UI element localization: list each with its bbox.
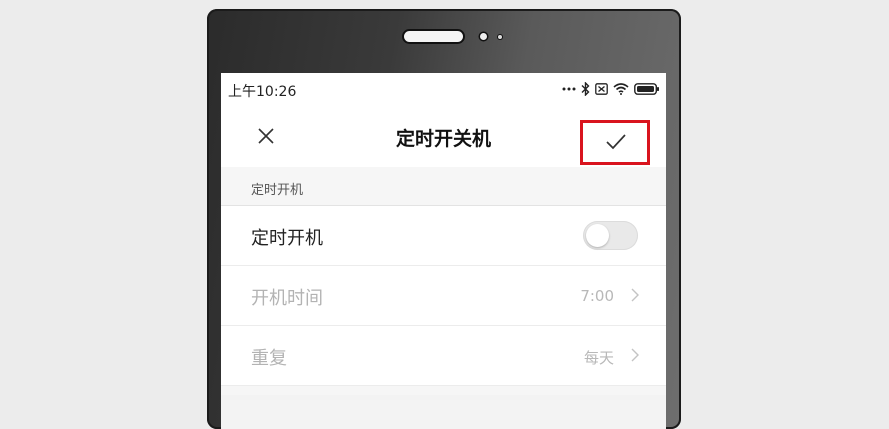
section-gap [221,395,666,429]
confirm-button[interactable] [580,120,650,165]
row-label: 定时开机 [251,228,323,249]
phone-screen: 上午10:26 定时开关机 定时开机 定时开机 开机时间 7:00 重复 每天 [221,73,666,429]
status-bar: 上午10:26 [221,73,666,105]
no-sim-icon [595,83,608,95]
more-dots-icon [562,87,576,91]
repeat-row[interactable]: 重复 每天 [221,326,666,386]
row-label: 重复 [251,348,287,369]
title-bar: 定时开关机 [221,105,666,168]
section-title: 定时开机 [251,183,304,198]
earpiece-speaker [404,31,463,42]
row-value: 每天 [583,349,614,367]
power-on-time-row[interactable]: 开机时间 7:00 [221,266,666,326]
battery-icon [634,83,659,95]
status-time: 上午10:26 [228,84,297,100]
section-header: 定时开机 [221,167,666,206]
proximity-sensor [498,35,502,39]
check-icon [606,134,626,150]
front-camera [480,33,487,40]
bluetooth-icon [581,82,590,96]
scheduled-power-on-row[interactable]: 定时开机 [221,206,666,266]
row-label: 开机时间 [251,288,323,309]
phone-frame: 上午10:26 定时开关机 定时开机 定时开机 开机时间 7:00 重复 每天 [207,9,681,429]
status-icons [562,81,660,97]
chevron-right-icon [631,288,639,302]
chevron-right-icon [631,348,639,362]
power-on-toggle[interactable] [583,221,638,250]
toggle-knob [586,224,609,247]
wifi-icon [613,83,629,95]
row-value: 7:00 [580,287,614,305]
